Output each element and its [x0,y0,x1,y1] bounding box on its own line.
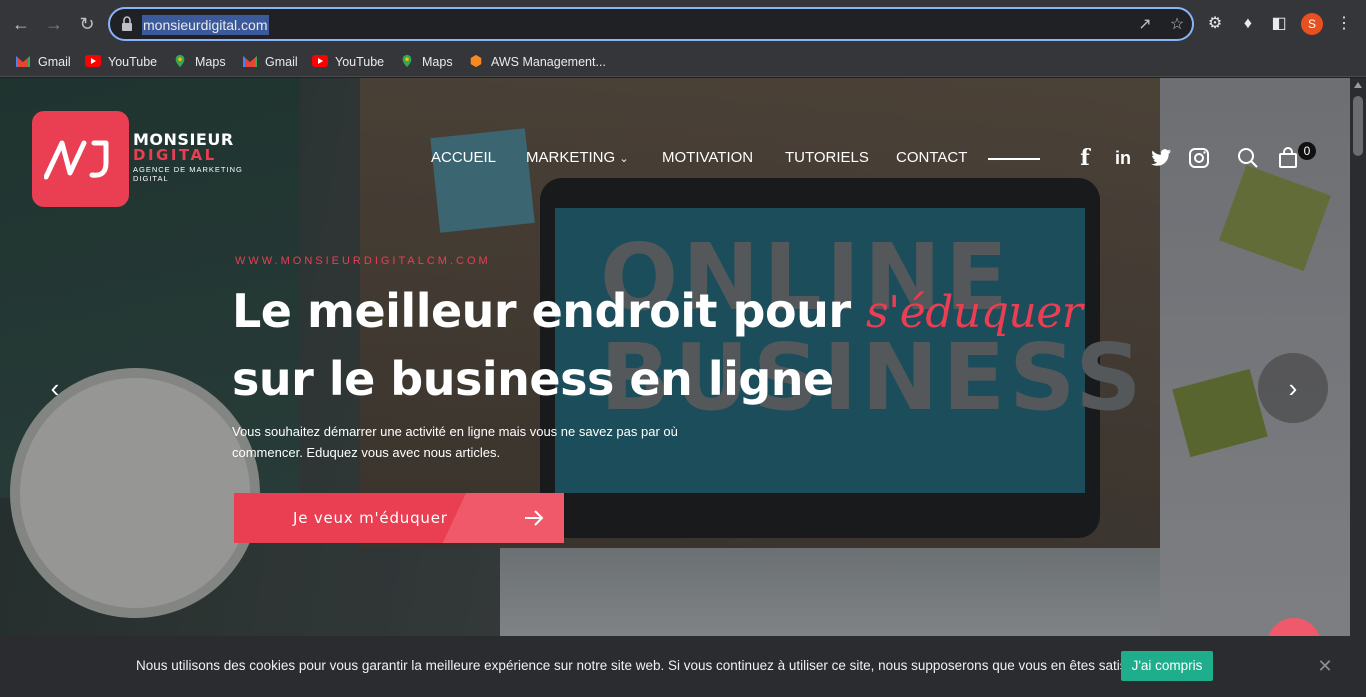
bookmark-gmail[interactable]: Gmail [15,53,71,71]
logo-mark-icon [44,140,109,180]
url-text[interactable]: monsieurdigital.com [142,15,269,35]
nav-item-marketing[interactable]: MARKETING ⌄ [526,148,629,168]
bookmark-youtube[interactable]: YouTube [85,53,157,71]
maps-icon [402,54,412,68]
page-scrollbar[interactable] [1350,78,1366,697]
sidepanel-icon[interactable]: ◧ [1268,13,1290,35]
cookie-text: Nous utilisons des cookies pour vous gar… [136,658,1149,673]
star-icon[interactable]: ☆ [1167,15,1187,35]
reload-icon[interactable]: ↻ [75,12,99,36]
puzzle-icon[interactable]: ♦ [1237,13,1259,35]
bookmark-maps[interactable]: Maps [172,53,226,71]
forward-icon[interactable]: → [42,12,66,36]
youtube-icon [312,55,328,67]
cart-icon[interactable] [1276,146,1300,170]
gmail-icon [16,56,30,67]
bookmark-gmail[interactable]: Gmail [242,53,298,71]
logo-tagline: AGENCE DE MARKETING DIGITAL [133,165,243,183]
youtube-icon [85,55,101,67]
share-icon[interactable]: ↗ [1135,15,1155,35]
slider-next-button[interactable]: › [1258,353,1328,423]
browser-window: ← → ↻ monsieurdigital.com ↗ ☆ ⚙ ♦ ◧ S ⋮ … [0,0,1366,697]
arrow-right-icon [525,510,544,526]
back-icon[interactable]: ← [9,12,33,36]
nav-item-contact[interactable]: CONTACT [896,148,967,168]
nav-item-motivation[interactable]: MOTIVATION [662,148,753,168]
profile-avatar[interactable]: S [1301,13,1323,35]
logo-text-line2: DIGITAL [133,146,217,164]
maps-icon [175,54,185,68]
facebook-icon[interactable]: f [1073,146,1097,170]
chevron-down-icon: ⌄ [619,153,629,165]
nav-item-accueil[interactable]: ACCUEIL [431,148,496,168]
bookmark-youtube[interactable]: YouTube [312,53,384,71]
search-icon[interactable] [1236,146,1260,170]
hero-title-accent: s'éduquer [866,287,1083,338]
slider-prev-button[interactable]: ‹ [20,353,90,423]
bookmark-maps[interactable]: Maps [399,53,453,71]
cta-button[interactable]: Je veux m'éduquer [234,493,564,543]
instagram-icon[interactable] [1187,146,1211,170]
web-page: ONLINE BUSINESS MONSIEUR DIGITAL AGENCE … [0,78,1350,697]
bookmarks-bar: Gmail YouTube Maps Gmail YouTube Maps AW… [0,47,1366,77]
hero-paragraph: Vous souhaitez démarrer une activité en … [232,424,678,460]
hero-eyebrow: WWW.MONSIEURDIGITALCM.COM [235,255,491,267]
nav-divider [988,158,1040,160]
cookie-banner: Nous utilisons des cookies pour vous gar… [0,636,1350,697]
gmail-icon [243,56,257,67]
close-icon[interactable]: ✕ [1315,656,1335,676]
lock-icon[interactable] [120,15,134,33]
aws-icon [470,54,482,68]
linkedin-icon[interactable]: in [1111,146,1135,170]
menu-icon[interactable]: ⋮ [1333,13,1355,35]
hero-title: Le meilleur endroit pour s'éduquer sur le… [232,284,1083,406]
cart-count-badge: 0 [1298,142,1316,160]
site-logo[interactable] [32,111,129,207]
extension-icon[interactable]: ⚙ [1204,13,1226,35]
address-bar[interactable]: monsieurdigital.com ↗ ☆ [108,7,1194,41]
cookie-accept-button[interactable]: J'ai compris [1121,651,1213,681]
bookmark-aws[interactable]: AWS Management... [468,53,606,71]
browser-toolbar: ← → ↻ monsieurdigital.com ↗ ☆ ⚙ ♦ ◧ S ⋮ [0,0,1366,47]
twitter-icon[interactable] [1149,146,1173,170]
nav-item-tutoriels[interactable]: TUTORIELS [785,148,869,168]
